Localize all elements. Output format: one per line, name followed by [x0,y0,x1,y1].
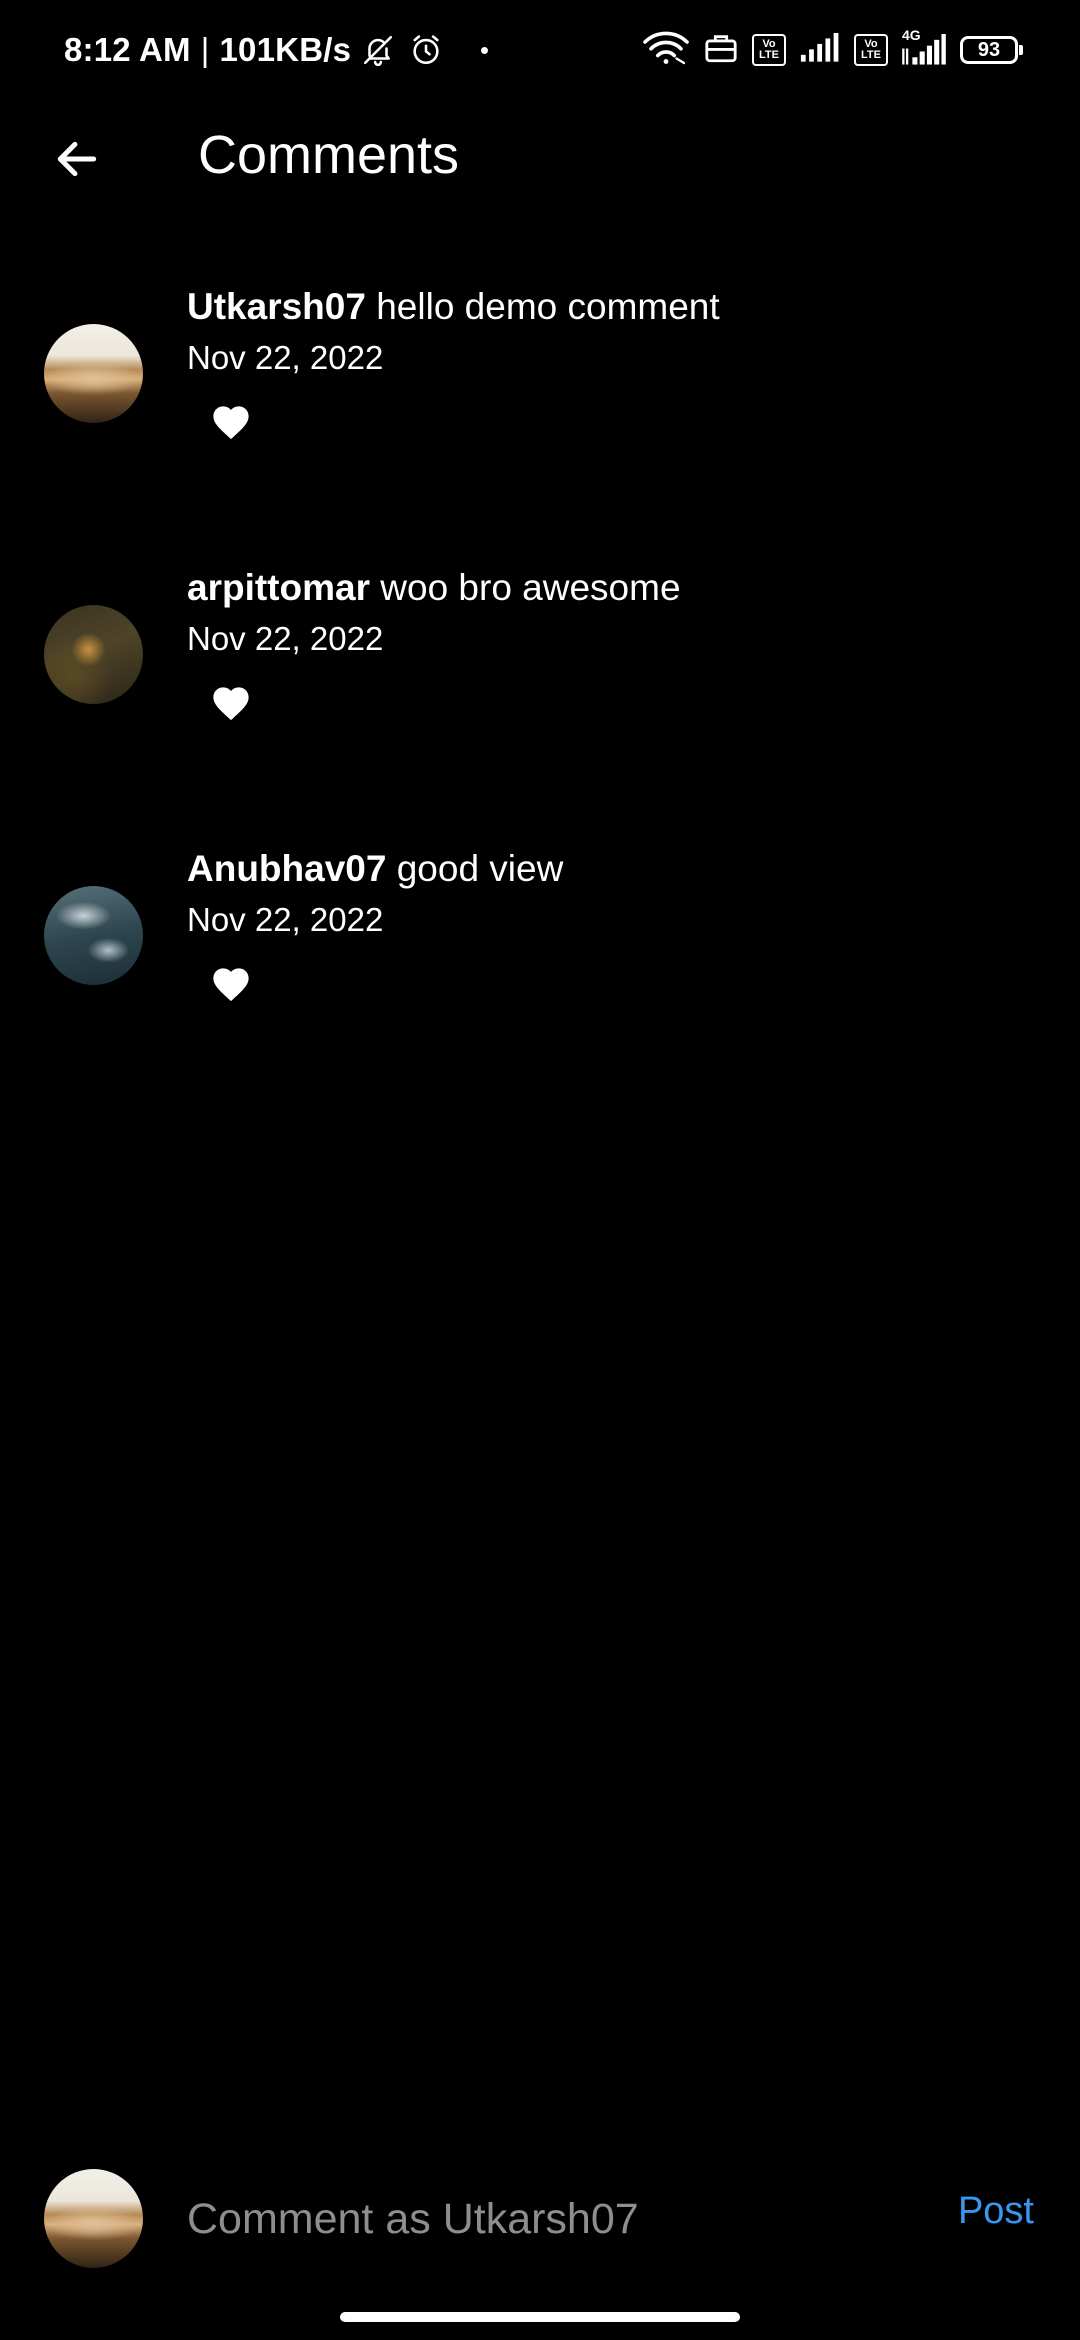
battery-level: 93 [977,38,1001,61]
bell-muted-icon [361,33,395,67]
comment-date: Nov 22, 2022 [187,620,384,657]
like-button[interactable] [206,958,256,1008]
comment-text: Anubhav07 good view [187,844,563,894]
heart-icon [213,406,249,440]
network-generation: 4G [902,28,946,66]
status-bar: 8:12 AM | 101KB/s Vo LTE Vo LTE 4G 93 [0,0,1080,100]
comment-text: arpittomar woo bro awesome [187,563,681,613]
like-button[interactable] [206,677,256,727]
header: Comments [0,110,1080,206]
status-left: 8:12 AM | 101KB/s [64,28,489,72]
post-button[interactable]: Post [958,2190,1034,2233]
comment-input[interactable] [187,2184,927,2254]
status-separator: | [200,31,210,68]
heart-icon [213,687,249,721]
comments-list: Utkarsh07 hello demo comment Nov 22, 202… [0,270,1080,1113]
volte-bottom: LTE [861,49,881,61]
alarm-icon [409,33,443,67]
arrow-left-icon [57,141,97,177]
avatar[interactable] [44,324,143,423]
comment-composer: Post [0,2160,1080,2278]
comment-username[interactable]: arpittomar [187,567,370,608]
comment-username[interactable]: Anubhav07 [187,848,386,889]
comment-item: Utkarsh07 hello demo comment Nov 22, 202… [0,270,1080,551]
comment-body: hello demo comment [376,286,720,327]
volte-bottom: LTE [759,49,779,61]
briefcase-icon [704,32,738,69]
comment-item: Anubhav07 good view Nov 22, 2022 [0,832,1080,1113]
comment-item: arpittomar woo bro awesome Nov 22, 2022 [0,551,1080,832]
comment-body: good view [396,848,564,889]
network-gen-label: 4G [902,27,921,43]
avatar [44,2169,143,2268]
status-time: 8:12 AM [64,31,191,68]
home-indicator[interactable] [340,2312,740,2322]
comment-date: Nov 22, 2022 [187,339,384,376]
volte-icon: Vo LTE [854,34,888,66]
comment-date: Nov 22, 2022 [187,901,384,938]
page-title: Comments [198,125,460,185]
comment-body: woo bro awesome [380,567,681,608]
comment-text: Utkarsh07 hello demo comment [187,282,720,332]
comment-username[interactable]: Utkarsh07 [187,286,366,327]
like-button[interactable] [206,396,256,446]
avatar[interactable] [44,605,143,704]
avatar[interactable] [44,886,143,985]
status-right: Vo LTE Vo LTE 4G 93 [642,28,1023,71]
dot-icon [481,46,489,54]
wifi-icon [642,30,690,71]
signal-icon [800,32,840,68]
network-speed: 101KB/s [219,31,352,68]
heart-icon [213,968,249,1002]
volte-icon: Vo LTE [752,34,786,66]
back-button[interactable] [44,126,110,192]
battery-icon: 93 [960,36,1023,64]
